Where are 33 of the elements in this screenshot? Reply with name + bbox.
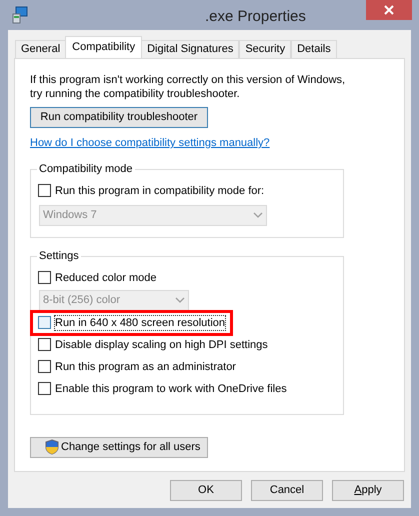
dialog-button[interactable]: Apply [332, 480, 404, 501]
checkbox[interactable] [38, 316, 51, 329]
close-icon [384, 5, 394, 15]
close-button[interactable] [366, 0, 412, 20]
checkbox-label: Enable this program to work with OneDrive files [55, 382, 287, 396]
checkbox-label: Run in 640 x 480 screen resolution [55, 316, 225, 330]
change-settings-button[interactable]: Change settings for all users [30, 436, 208, 458]
chevron-icon [175, 297, 185, 303]
tab[interactable]: Compatibility [65, 36, 142, 58]
checkbox-label: Run this program in compatibility mode for: [55, 184, 264, 198]
program-icon [11, 6, 29, 24]
tab[interactable]: Security [239, 40, 292, 58]
shield-icon [45, 439, 59, 455]
checkbox[interactable] [38, 271, 51, 284]
checkbox-label: Disable display scaling on high DPI settings [55, 338, 268, 352]
checkbox[interactable] [38, 184, 51, 197]
checkbox[interactable] [38, 338, 51, 351]
help-link[interactable]: How do I choose compatibility settings manually? [30, 135, 270, 152]
checkbox[interactable] [38, 360, 51, 373]
intro-text: If this program isn't working correctly on this version of Windows, try running the compatibility troubleshooter. [30, 73, 346, 101]
tab[interactable]: General [15, 40, 66, 58]
dialog-button[interactable]: Cancel [251, 480, 323, 501]
group-title: Settings [37, 248, 81, 262]
checkbox-label: Reduced color mode [55, 270, 157, 284]
window-title: .exe Properties [205, 7, 306, 27]
checkbox[interactable] [38, 382, 51, 395]
group-title: Compatibility mode [37, 162, 135, 176]
dialog-button[interactable]: OK [170, 480, 242, 501]
troubleshooter-button[interactable]: Run compatibility troubleshooter [30, 107, 208, 128]
chevron-icon [253, 212, 263, 218]
tab[interactable]: Details [291, 40, 337, 58]
tab[interactable]: Digital Signatures [141, 40, 240, 58]
checkbox-label: Run this program as an administrator [55, 360, 236, 374]
